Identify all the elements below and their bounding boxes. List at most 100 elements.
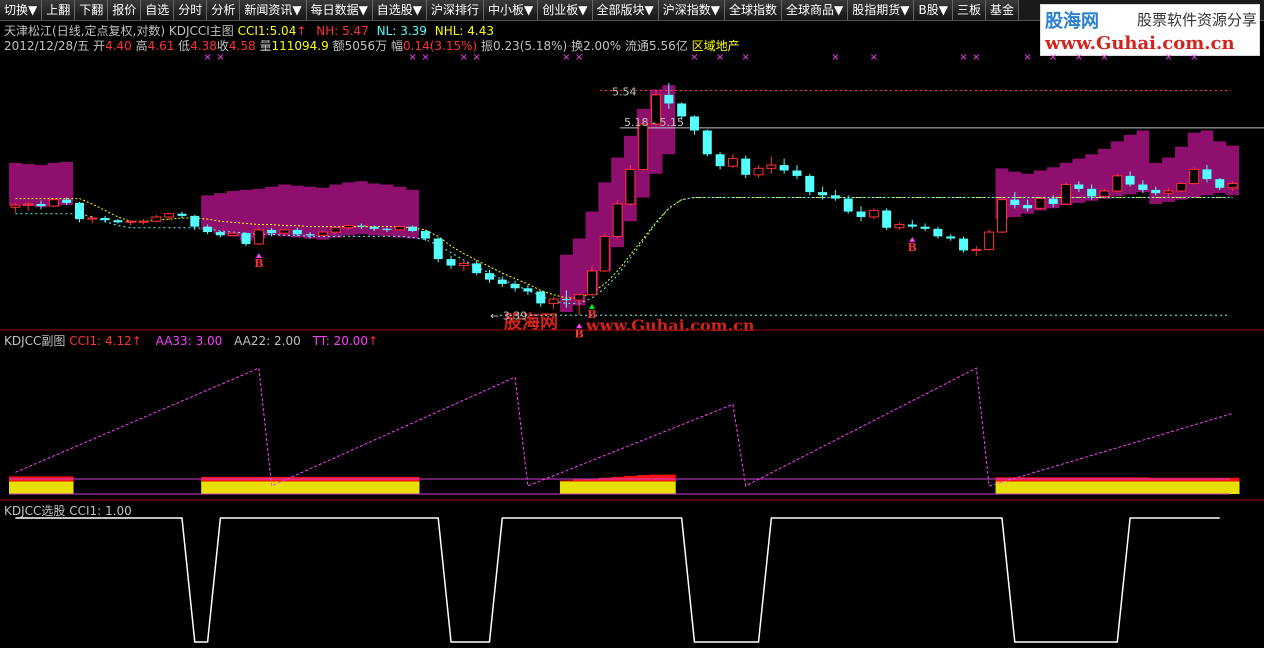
candle-body-71 (920, 226, 930, 229)
yellow-area-87 (1123, 481, 1137, 494)
candle-body-14 (190, 215, 200, 227)
candle-body-38 (497, 279, 507, 284)
yellow-area-84 (1085, 481, 1099, 494)
candle-body-87 (1125, 175, 1135, 185)
buy-label-0: B (254, 257, 263, 270)
candle-body-44 (574, 294, 585, 301)
yellow-area-21 (278, 481, 292, 494)
yellow-area-86 (1110, 481, 1125, 494)
yellow-area-43 (559, 481, 574, 494)
candle-body-35 (458, 262, 469, 267)
yellow-area-85 (1098, 481, 1112, 494)
high-price-label: 5.54 (612, 86, 637, 99)
yellow-area-31 (406, 481, 420, 494)
candle-body-36 (472, 263, 482, 274)
candle-body-58 (753, 167, 764, 176)
candle-body-90 (1163, 190, 1174, 194)
candle-body-29 (382, 228, 392, 230)
signal-marker-15: × (1023, 52, 1031, 63)
signal-marker-7: × (575, 52, 583, 63)
candle-body-69 (894, 224, 905, 229)
candle-body-82 (1061, 184, 1072, 205)
signal-marker-18: × (1100, 52, 1108, 63)
signal-marker-6: × (562, 52, 570, 63)
yellow-area-47 (611, 481, 625, 494)
candle-body-74 (959, 238, 969, 251)
candle-body-33 (433, 238, 443, 260)
candle-body-72 (933, 228, 943, 237)
candle-body-22 (292, 229, 302, 235)
yellow-area-88 (1136, 481, 1150, 494)
candle-body-64 (830, 195, 840, 199)
cci1-bar-95 (1226, 477, 1240, 482)
candle-body-20 (267, 229, 277, 234)
candle-body-55 (715, 154, 725, 167)
signal-marker-3: × (421, 52, 429, 63)
yellow-area-16 (214, 481, 228, 494)
yellow-area-79 (1021, 481, 1035, 494)
cci1-bar-50 (649, 474, 663, 482)
candle-body-30 (394, 226, 405, 231)
buy-label-3: B (908, 241, 917, 254)
yellow-area-4 (60, 481, 74, 494)
candle-body-68 (882, 210, 892, 228)
candle-body-60 (779, 165, 789, 171)
candle-body-53 (689, 116, 699, 131)
candle-body-26 (343, 225, 354, 229)
cci1-bar-44 (572, 479, 587, 482)
yellow-area-95 (1226, 481, 1240, 494)
candle-body-42 (548, 298, 559, 304)
yellow-area-94 (1213, 481, 1227, 494)
candle-body-40 (523, 288, 533, 292)
candle-body-47 (612, 203, 623, 237)
signal-marker-0: × (203, 52, 211, 63)
candle-body-73 (946, 236, 956, 239)
candle-body-16 (215, 232, 225, 236)
yellow-area-30 (393, 481, 407, 494)
cci1-bar-51 (662, 474, 676, 482)
candle-body-70 (907, 224, 917, 227)
range-price-label: 5.18 - 5.15 (624, 116, 684, 129)
candle-body-88 (1138, 184, 1148, 190)
signal-marker-8: × (690, 52, 698, 63)
candle-body-89 (1151, 189, 1161, 194)
candle-body-93 (1202, 169, 1212, 180)
cci1-bar-94 (1213, 477, 1227, 482)
candle-body-56 (727, 158, 738, 167)
yellow-area-26 (342, 481, 356, 494)
yellow-area-29 (380, 481, 394, 494)
cci1-bar-43 (559, 480, 574, 482)
yellow-area-92 (1187, 481, 1202, 494)
candle-body-21 (279, 229, 290, 234)
yellow-area-28 (367, 481, 382, 494)
buy-label-1: B (575, 327, 584, 340)
candle-body-45 (586, 270, 597, 296)
candle-body-85 (1099, 190, 1110, 197)
yellow-area-27 (354, 481, 369, 494)
candle-body-28 (369, 226, 379, 229)
candle-body-31 (408, 226, 418, 231)
candle-body-37 (484, 273, 494, 280)
candle-body-76 (984, 231, 995, 250)
yellow-area-44 (572, 481, 587, 494)
candle-body-4 (62, 199, 72, 203)
cci1-bar-46 (598, 477, 612, 482)
yellow-area-23 (303, 481, 317, 494)
candle-body-86 (1112, 175, 1123, 192)
candle-body-46 (599, 235, 610, 272)
candle-body-27 (356, 225, 366, 227)
yellow-area-17 (226, 481, 241, 494)
candle-body-1 (23, 203, 34, 206)
signal-marker-12: × (870, 52, 878, 63)
candle-body-66 (856, 211, 866, 217)
yellow-area-80 (1034, 481, 1048, 494)
candle-body-61 (792, 170, 802, 176)
signal-marker-17: × (1075, 52, 1083, 63)
cci1-bar-91 (1174, 477, 1189, 482)
chart-canvas: × × × × × × × × × × × × × × × × × × × × ×BBBB5.545.18 - 5.15… (0, 52, 1264, 643)
yellow-area-91 (1174, 481, 1189, 494)
candle-body-67 (868, 209, 879, 218)
yellow-area-90 (1162, 481, 1176, 494)
candle-body-78 (1010, 199, 1020, 206)
signal-marker-1: × (216, 52, 224, 63)
